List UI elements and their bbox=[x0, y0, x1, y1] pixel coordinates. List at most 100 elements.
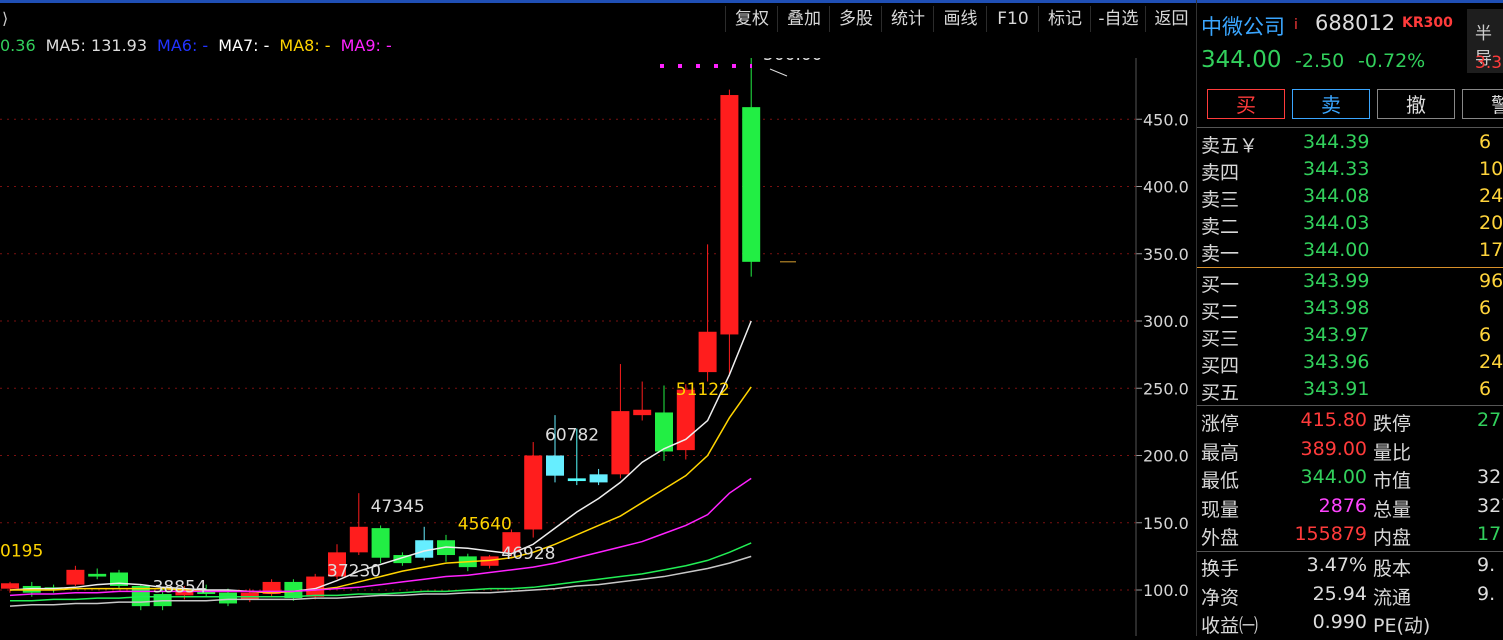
order-vol: 10 bbox=[1479, 158, 1503, 180]
candle-body bbox=[349, 526, 368, 553]
stat-row: 收益㈠ 0.990 PE(动) bbox=[1197, 611, 1503, 636]
y-tick-label: 400.0 bbox=[1143, 178, 1189, 197]
stat-l2: 市值 bbox=[1373, 470, 1412, 493]
order-row[interactable]: 买四 343.96 24 bbox=[1197, 351, 1503, 378]
order-row[interactable]: 卖三 344.08 24 bbox=[1197, 185, 1503, 212]
order-label: 买一 bbox=[1201, 274, 1240, 296]
stat-v: 344.00 bbox=[1300, 466, 1367, 489]
chart-annotation: 0195 bbox=[0, 541, 43, 561]
order-price: 343.91 bbox=[1303, 378, 1370, 400]
stat-row: 换手 3.47% 股本 9. bbox=[1197, 554, 1503, 582]
order-label: 卖三 bbox=[1201, 189, 1240, 211]
ma-legend-item: MA9: - bbox=[340, 36, 392, 55]
order-label: 买三 bbox=[1201, 328, 1240, 350]
toolbar-button-0[interactable]: 复权 bbox=[725, 6, 778, 32]
chart-annotation: 47345 bbox=[371, 497, 425, 517]
ma-legend: 0.36 MA5: 131.93 MA6: - MA7: - MA8: - MA9: - bbox=[0, 36, 402, 58]
order-label: 卖四 bbox=[1201, 162, 1240, 184]
stat-v: 2876 bbox=[1318, 494, 1367, 517]
candle-body bbox=[742, 107, 761, 262]
candle-body bbox=[524, 455, 543, 530]
order-price: 344.08 bbox=[1303, 185, 1370, 207]
stat-v2: 32 bbox=[1477, 466, 1502, 489]
toolbar-button-5[interactable]: F10 bbox=[986, 6, 1039, 32]
candle-body bbox=[546, 455, 564, 476]
order-price: 344.03 bbox=[1303, 212, 1370, 234]
toolbar-button-3[interactable]: 统计 bbox=[881, 6, 934, 32]
info-icon[interactable]: i bbox=[1294, 17, 1298, 33]
stat-l2: 流通 bbox=[1373, 586, 1412, 609]
stat-v2: 27 bbox=[1477, 409, 1502, 431]
order-vol: 6 bbox=[1479, 324, 1492, 346]
kr-badge: KR300 bbox=[1402, 15, 1453, 31]
order-vol: 6 bbox=[1479, 297, 1492, 319]
order-row[interactable]: 买五 343.91 6 bbox=[1197, 378, 1503, 405]
order-row[interactable]: 买三 343.97 6 bbox=[1197, 324, 1503, 351]
stat-v2: 9. bbox=[1477, 582, 1496, 605]
stat-v: 389.00 bbox=[1300, 437, 1367, 460]
stat-v: 25.94 bbox=[1312, 582, 1367, 605]
toolbar-button-2[interactable]: 多股 bbox=[829, 6, 882, 32]
candle-body bbox=[371, 528, 390, 558]
expand-arrow-icon[interactable]: ⟩ bbox=[2, 9, 8, 28]
kline-svg[interactable]: 500.0 450.0 400.0 350.0 300.0 250.0 200.0 150.0… bbox=[0, 43, 1196, 636]
stat-v: 0.990 bbox=[1312, 611, 1367, 634]
toolbar-button-1[interactable]: 叠加 bbox=[777, 6, 830, 32]
candle-body bbox=[589, 474, 608, 483]
order-price: 343.98 bbox=[1303, 297, 1370, 319]
chart-toolbar: ⟩ 复权 叠加 多股 统计 画线 F10 标记 -自选 返回 bbox=[0, 3, 1196, 35]
stat-l2: 跌停 bbox=[1373, 413, 1412, 435]
chart-annotation: 38854 bbox=[153, 578, 207, 598]
trade-button-2[interactable]: 撤 bbox=[1377, 89, 1455, 119]
order-row[interactable]: 卖二 344.03 20 bbox=[1197, 212, 1503, 239]
toolbar-button-7[interactable]: -自选 bbox=[1090, 6, 1146, 32]
ma-legend-item: MA6: - bbox=[157, 36, 209, 55]
candle-body bbox=[611, 411, 630, 475]
chart-annotation: 45640 bbox=[458, 514, 512, 534]
toolbar-button-8[interactable]: 返回 bbox=[1145, 6, 1197, 32]
toolbar-button-6[interactable]: 标记 bbox=[1038, 6, 1091, 32]
y-tick-label: 250.0 bbox=[1143, 379, 1189, 398]
order-row[interactable]: 卖一 344.00 172 bbox=[1197, 239, 1503, 266]
order-row[interactable]: 买二 343.98 6 bbox=[1197, 297, 1503, 324]
stat-v2: 171 bbox=[1477, 523, 1503, 546]
chart-annotation: 500.00 bbox=[763, 58, 822, 65]
order-row[interactable]: 买一 343.99 96 bbox=[1197, 270, 1503, 297]
ma-legend-item: 0.36 bbox=[0, 36, 36, 55]
candle-body bbox=[415, 540, 434, 558]
candle-body bbox=[1, 583, 19, 589]
toolbar-button-4[interactable]: 画线 bbox=[933, 6, 987, 32]
order-price: 344.39 bbox=[1303, 131, 1370, 153]
ma-legend-item: MA7: - bbox=[218, 36, 270, 55]
candle-body bbox=[720, 95, 739, 335]
order-price: 343.99 bbox=[1303, 270, 1370, 292]
stock-code: 688012 bbox=[1315, 11, 1396, 35]
trade-button-0[interactable]: 买 bbox=[1207, 89, 1285, 119]
order-row[interactable]: 卖四 344.33 10 bbox=[1197, 158, 1503, 185]
stat-v: 155879 bbox=[1294, 523, 1367, 546]
trade-button-1[interactable]: 卖 bbox=[1292, 89, 1370, 119]
candle-body bbox=[567, 478, 586, 482]
y-tick-label: 350.0 bbox=[1143, 245, 1189, 264]
kline-chart[interactable]: 500.0 450.0 400.0 350.0 300.0 250.0 200.0 150.0… bbox=[0, 43, 1196, 636]
y-tick-label: 300.0 bbox=[1143, 312, 1189, 331]
order-price: 343.97 bbox=[1303, 324, 1370, 346]
order-row[interactable]: 卖五￥ 344.39 6 bbox=[1197, 131, 1503, 158]
trade-button-3[interactable]: 警 bbox=[1462, 89, 1503, 119]
y-tick-label: 500.0 bbox=[1143, 58, 1189, 62]
sector-box[interactable]: 半导 3.3 bbox=[1467, 9, 1503, 73]
order-price: 344.33 bbox=[1303, 158, 1370, 180]
stat-l: 最低 bbox=[1201, 470, 1240, 493]
divider bbox=[1197, 405, 1503, 406]
stock-name[interactable]: 中微公司 bbox=[1201, 11, 1285, 41]
order-label: 卖五￥ bbox=[1201, 135, 1259, 157]
stat-row: 最高 389.00 量比 bbox=[1197, 438, 1503, 466]
stat-row: 涨停 415.80 跌停 27 bbox=[1197, 409, 1503, 437]
stat-l2: 总量 bbox=[1373, 498, 1412, 521]
price-change: -2.50 bbox=[1295, 50, 1345, 72]
stat-l: 现量 bbox=[1201, 498, 1240, 521]
stat-l2: 内盘 bbox=[1373, 527, 1412, 550]
order-vol: 96 bbox=[1479, 270, 1503, 292]
order-label: 买五 bbox=[1201, 382, 1240, 404]
divider bbox=[1197, 267, 1503, 268]
